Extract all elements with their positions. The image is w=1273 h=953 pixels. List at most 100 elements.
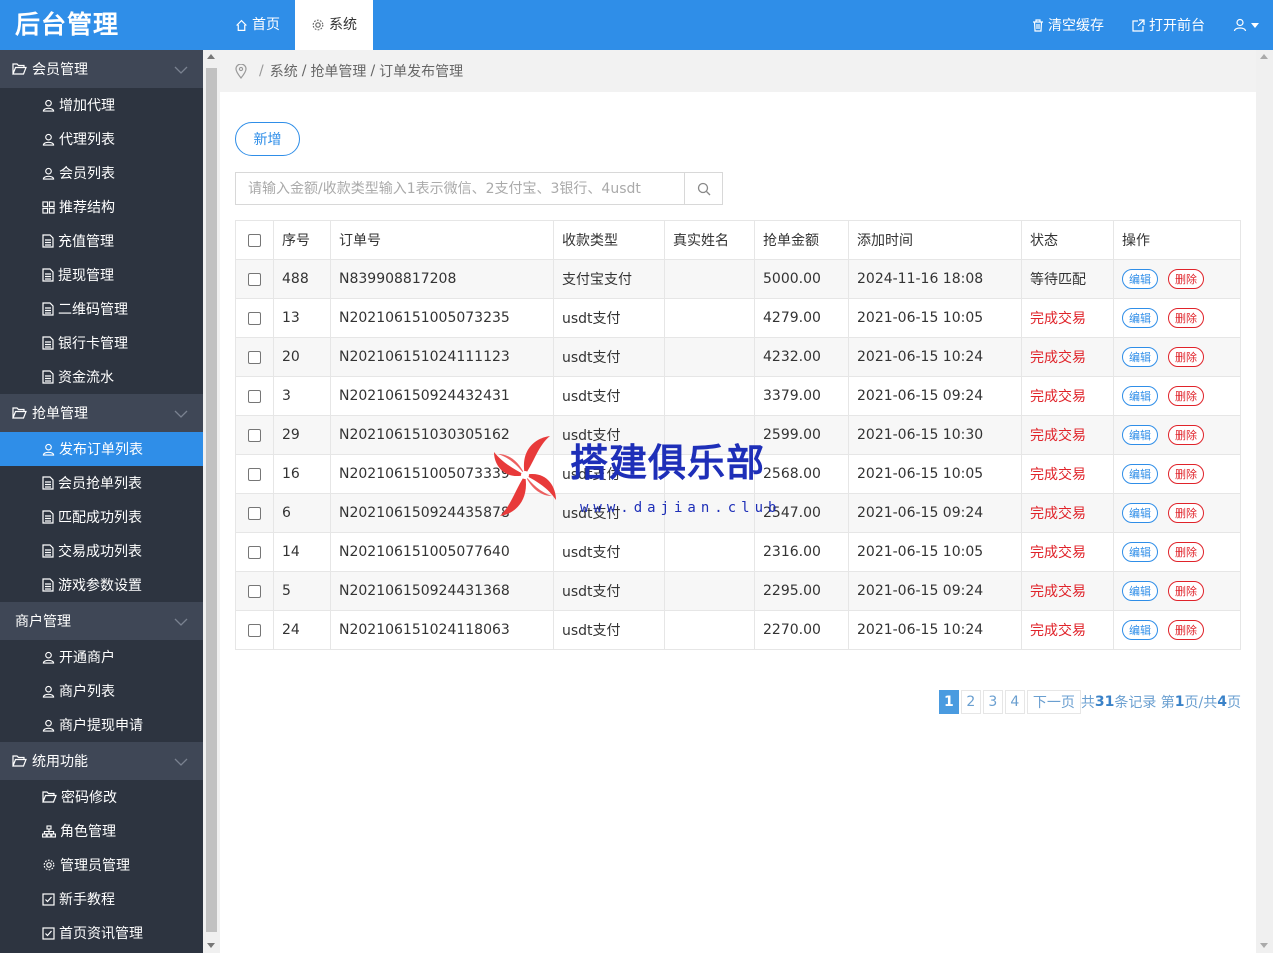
sidebar-item[interactable]: 新手教程 <box>0 882 203 916</box>
sidebar-group-2[interactable]: 商户管理 <box>0 602 203 640</box>
row-checkbox[interactable] <box>248 467 261 481</box>
header-status[interactable]: 状态 <box>1021 220 1114 260</box>
delete-button[interactable]: 删除 <box>1168 542 1204 562</box>
edit-button[interactable]: 编辑 <box>1122 464 1158 484</box>
search-input[interactable] <box>236 173 684 204</box>
sidebar-item[interactable]: 匹配成功列表 <box>0 500 203 534</box>
sidebar-item[interactable]: 游戏参数设置 <box>0 568 203 602</box>
row-checkbox[interactable] <box>248 272 261 286</box>
edit-button[interactable]: 编辑 <box>1122 542 1158 562</box>
delete-button[interactable]: 删除 <box>1168 269 1204 289</box>
delete-button[interactable]: 删除 <box>1168 581 1204 601</box>
table-row[interactable]: 14 N202106151005077640 usdt支付 2316.00 2021-0… <box>235 532 1241 572</box>
table-row[interactable]: 488 N839908817208 支付宝支付 5000.00 2024-11-16 1… <box>235 259 1241 299</box>
scroll-up-arrow[interactable] <box>207 54 215 59</box>
sidebar-item-label: 交易成功列表 <box>58 544 142 560</box>
header-amount[interactable]: 抢单金额 <box>754 220 849 260</box>
sidebar-item[interactable]: 首页资讯管理 <box>0 916 203 950</box>
row-checkbox[interactable] <box>248 350 261 364</box>
row-checkbox[interactable] <box>248 545 261 559</box>
next-page-button[interactable]: 下一页 <box>1026 690 1081 714</box>
sidebar-item[interactable]: 二维码管理 <box>0 292 203 326</box>
table-row[interactable]: 29 N202106151030305162 usdt支付 2599.00 2021-0… <box>235 415 1241 455</box>
sidebar-scrollbar[interactable] <box>203 50 220 953</box>
header-time[interactable]: 添加时间 <box>848 220 1022 260</box>
edit-button[interactable]: 编辑 <box>1122 581 1158 601</box>
page-4-button[interactable]: 4 <box>1004 690 1025 714</box>
table-row[interactable]: 6 N202106150924435878 usdt支付 2547.00 2021-06… <box>235 493 1241 533</box>
table-row[interactable]: 24 N202106151024118063 usdt支付 2270.00 2021-0… <box>235 610 1241 650</box>
header-id[interactable]: 序号 <box>273 220 331 260</box>
scroll-up-arrow[interactable] <box>1260 54 1268 59</box>
edit-button[interactable]: 编辑 <box>1122 269 1158 289</box>
sidebar-item[interactable]: 代理列表 <box>0 122 203 156</box>
sidebar-item[interactable]: 提现管理 <box>0 258 203 292</box>
sidebar-item[interactable]: 增加代理 <box>0 88 203 122</box>
sidebar-item[interactable]: 开通商户 <box>0 640 203 674</box>
delete-button[interactable]: 删除 <box>1168 425 1204 445</box>
content-scrollbar[interactable] <box>1256 50 1273 953</box>
edit-button[interactable]: 编辑 <box>1122 347 1158 367</box>
edit-button[interactable]: 编辑 <box>1122 308 1158 328</box>
header-name[interactable]: 真实姓名 <box>664 220 755 260</box>
sidebar-item[interactable]: 商户列表 <box>0 674 203 708</box>
page-3-button[interactable]: 3 <box>982 690 1003 714</box>
row-checkbox[interactable] <box>248 623 261 637</box>
breadcrumb-item-system[interactable]: 系统 <box>270 61 298 81</box>
header-order[interactable]: 订单号 <box>330 220 554 260</box>
sidebar-item[interactable]: 角色管理 <box>0 814 203 848</box>
edit-button[interactable]: 编辑 <box>1122 620 1158 640</box>
open-frontend-button[interactable]: 打开前台 <box>1132 15 1205 35</box>
clear-cache-button[interactable]: 清空缓存 <box>1032 15 1104 35</box>
delete-button[interactable]: 删除 <box>1168 386 1204 406</box>
tab-system[interactable]: 系统 <box>295 0 373 50</box>
row-checkbox[interactable] <box>248 584 261 598</box>
delete-button[interactable]: 删除 <box>1168 620 1204 640</box>
sidebar-scroll-thumb[interactable] <box>206 68 217 932</box>
sidebar-item[interactable]: 管理员管理 <box>0 848 203 882</box>
tab-home[interactable]: 首页 <box>220 0 295 50</box>
sidebar-item[interactable]: 会员列表 <box>0 156 203 190</box>
sidebar-item[interactable]: 银行卡管理 <box>0 326 203 360</box>
table-row[interactable]: 5 N202106150924431368 usdt支付 2295.00 2021-06… <box>235 571 1241 611</box>
scroll-down-arrow[interactable] <box>1260 943 1268 948</box>
sidebar-item[interactable]: 会员抢单列表 <box>0 466 203 500</box>
sidebar-item[interactable]: 充值管理 <box>0 224 203 258</box>
sidebar-item[interactable]: 密码修改 <box>0 780 203 814</box>
sidebar-item[interactable]: 交易成功列表 <box>0 534 203 568</box>
table-row[interactable]: 3 N202106150924432431 usdt支付 3379.00 2021-06… <box>235 376 1241 416</box>
sidebar-item[interactable]: 资金流水 <box>0 360 203 394</box>
search-button[interactable] <box>684 173 722 204</box>
edit-button[interactable]: 编辑 <box>1122 425 1158 445</box>
row-checkbox[interactable] <box>248 428 261 442</box>
delete-button[interactable]: 删除 <box>1168 464 1204 484</box>
select-all-checkbox[interactable] <box>248 233 261 247</box>
page-2-button[interactable]: 2 <box>960 690 981 714</box>
cell-name <box>664 298 755 338</box>
table-row[interactable]: 20 N202106151024111123 usdt支付 4232.00 2021-0… <box>235 337 1241 377</box>
page-1-button[interactable]: 1 <box>938 690 959 714</box>
user-icon <box>42 443 55 456</box>
sidebar-item[interactable]: 商户提现申请 <box>0 708 203 742</box>
breadcrumb-item-grab[interactable]: 抢单管理 <box>310 61 366 81</box>
add-button[interactable]: 新增 <box>235 122 300 156</box>
edit-button[interactable]: 编辑 <box>1122 503 1158 523</box>
row-checkbox[interactable] <box>248 311 261 325</box>
cell-status: 完成交易 <box>1021 610 1114 650</box>
header-type[interactable]: 收款类型 <box>553 220 665 260</box>
delete-button[interactable]: 删除 <box>1168 308 1204 328</box>
edit-button[interactable]: 编辑 <box>1122 386 1158 406</box>
sidebar-item[interactable]: 发布订单列表 <box>0 432 203 466</box>
table-row[interactable]: 13 N202106151005073235 usdt支付 4279.00 2021-0… <box>235 298 1241 338</box>
delete-button[interactable]: 删除 <box>1168 347 1204 367</box>
scroll-down-arrow[interactable] <box>207 943 215 948</box>
sidebar-group-3[interactable]: 统用功能 <box>0 742 203 780</box>
row-checkbox[interactable] <box>248 506 261 520</box>
sidebar-group-0[interactable]: 会员管理 <box>0 50 203 88</box>
delete-button[interactable]: 删除 <box>1168 503 1204 523</box>
sidebar-group-1[interactable]: 抢单管理 <box>0 394 203 432</box>
sidebar-item[interactable]: 推荐结构 <box>0 190 203 224</box>
user-menu[interactable] <box>1233 18 1259 32</box>
table-row[interactable]: 16 N202106151005073339 usdt支付 2568.00 2021-0… <box>235 454 1241 494</box>
row-checkbox[interactable] <box>248 389 261 403</box>
